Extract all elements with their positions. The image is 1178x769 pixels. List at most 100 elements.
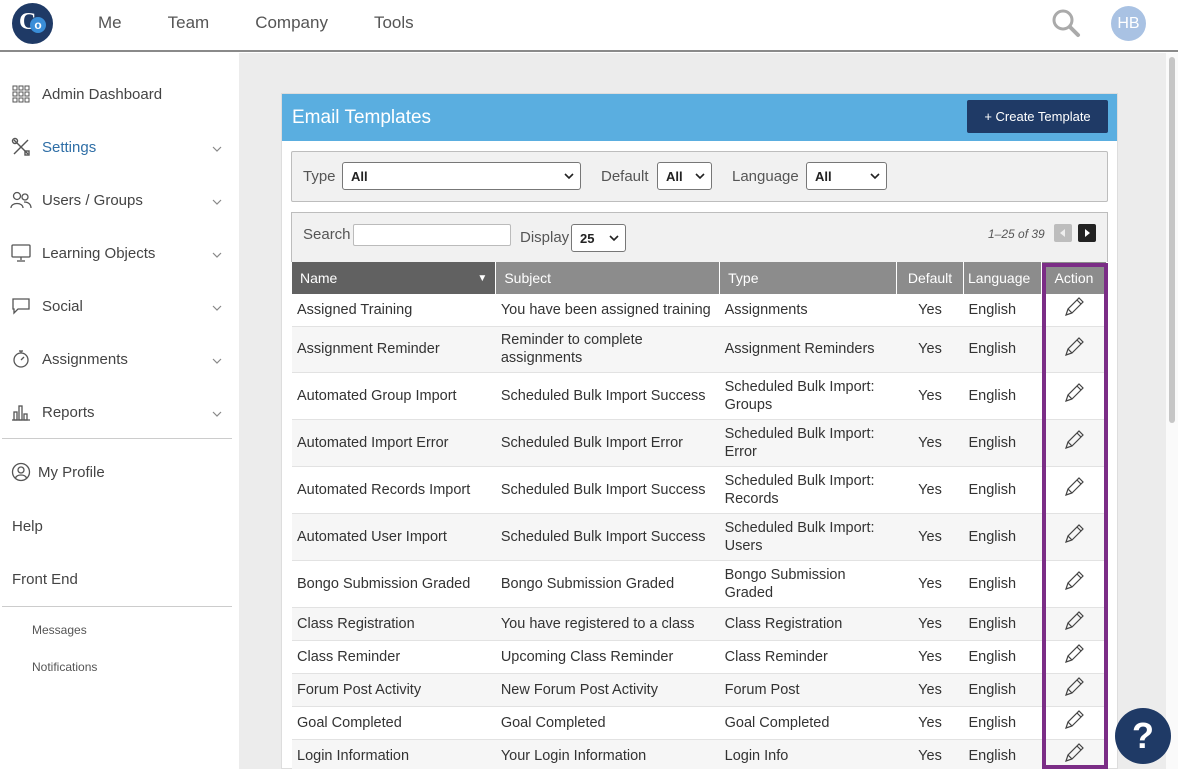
column-header-default[interactable]: Default [896,262,964,294]
sidebar-item-reports[interactable]: Reports [10,397,232,427]
sidebar-item-assignments[interactable]: Assignments [10,344,232,374]
table-row: Automated Group Import Scheduled Bulk Imp… [292,372,1107,420]
cell-type: Forum Post [719,673,897,707]
nav-me[interactable]: Me [98,13,122,33]
column-header-language[interactable]: Language [963,262,1042,294]
users-icon [10,189,32,211]
sidebar-item-social[interactable]: Social [10,291,232,321]
edit-pencil-icon[interactable] [1060,380,1088,406]
cell-type: Login Info [719,739,897,769]
column-header-type[interactable]: Type [719,262,898,294]
next-page-button[interactable] [1078,224,1096,242]
cell-default: Yes [896,560,964,608]
edit-pencil-icon[interactable] [1060,334,1088,360]
type-filter-label: Type [303,168,336,185]
cell-default: Yes [896,607,964,641]
type-filter-select[interactable]: All [342,162,581,190]
display-count-select[interactable]: 25 [571,224,626,252]
edit-pencil-icon[interactable] [1060,674,1088,700]
search-input[interactable] [353,224,511,246]
nav-team[interactable]: Team [168,13,210,33]
table-row: Automated Records Import Scheduled Bulk I… [292,466,1107,514]
chevron-down-icon [609,231,619,248]
cell-action [1041,466,1107,514]
edit-pencil-icon[interactable] [1060,740,1088,766]
cell-type: Class Reminder [719,640,897,674]
create-template-button[interactable]: + Create Template [967,100,1108,133]
sidebar-item-help[interactable]: Help [12,518,43,535]
display-count-value: 25 [580,231,595,246]
page-title: Email Templates [292,107,432,128]
cell-type: Goal Completed [719,706,897,740]
display-label: Display [520,229,570,246]
cell-subject: Scheduled Bulk Import Success [495,372,720,420]
tools-icon [10,136,32,158]
edit-pencil-icon[interactable] [1060,521,1088,547]
sidebar-item-front-end[interactable]: Front End [12,571,78,588]
company-logo[interactable]: C o [12,3,53,44]
nav-company[interactable]: Company [255,13,328,33]
sidebar-item-notifications[interactable]: Notifications [32,660,97,674]
table-row: Automated Import Error Scheduled Bulk Imp… [292,419,1107,467]
cell-default: Yes [896,706,964,740]
cell-action [1041,673,1107,707]
cell-subject: Scheduled Bulk Import Error [495,419,720,467]
edit-pencil-icon[interactable] [1060,641,1088,667]
sidebar-item-users-groups[interactable]: Users / Groups [10,185,232,215]
help-button[interactable]: ? [1115,708,1171,764]
sidebar-item-messages[interactable]: Messages [32,623,87,637]
table-row: Class Reminder Upcoming Class Reminder Cla… [292,640,1107,674]
sidebar-item-settings[interactable]: Settings [10,132,232,162]
default-filter-label: Default [601,168,649,185]
cell-type: Assignment Reminders [719,326,897,373]
sidebar-item-label: Users / Groups [42,191,143,209]
sidebar-item-label: Admin Dashboard [42,85,163,103]
monitor-icon [10,242,32,264]
sidebar-item-admin-dashboard[interactable]: Admin Dashboard [10,79,232,109]
column-header-name[interactable]: Name ▼ [292,262,497,294]
cell-subject: Bongo Submission Graded [495,560,720,608]
cell-default: Yes [896,640,964,674]
cell-name: Assignment Reminder [292,326,496,373]
user-avatar[interactable]: HB [1111,6,1146,41]
cell-type: Scheduled Bulk Import: Error [719,419,897,467]
stopwatch-icon [10,348,32,370]
cell-action [1041,560,1107,608]
table-row: Assigned Training You have been assigned … [292,294,1107,327]
cell-default: Yes [896,294,964,327]
profile-icon [10,461,32,483]
grid-icon [10,83,32,105]
scrollbar-thumb[interactable] [1169,57,1175,423]
cell-name: Automated Import Error [292,419,496,467]
cell-name: Class Registration [292,607,496,641]
column-header-subject[interactable]: Subject [495,262,721,294]
sort-down-icon: ▼ [477,273,488,284]
pager-range: 1–25 of 39 [988,227,1045,241]
sidebar-item-my-profile[interactable]: My Profile [10,457,232,487]
edit-pencil-icon[interactable] [1060,608,1088,634]
search-icon[interactable] [1051,8,1081,38]
sidebar-item-label: Reports [42,403,95,421]
cell-language: English [963,466,1042,514]
sidebar-item-learning-objects[interactable]: Learning Objects [10,238,232,268]
caret-left-icon [1060,229,1065,237]
page-scrollbar[interactable] [1166,53,1178,769]
default-filter-select[interactable]: All [657,162,712,190]
edit-pencil-icon[interactable] [1060,568,1088,594]
prev-page-button[interactable] [1054,224,1072,242]
nav-tools[interactable]: Tools [374,13,414,33]
column-header-label: Name [300,270,338,286]
cell-type: Scheduled Bulk Import: Records [719,466,897,514]
sidebar-divider [2,606,232,607]
chevron-down-icon [695,169,705,186]
cell-language: English [963,607,1042,641]
language-filter-select[interactable]: All [806,162,887,190]
edit-pencil-icon[interactable] [1060,294,1088,320]
edit-pencil-icon[interactable] [1060,474,1088,500]
edit-pencil-icon[interactable] [1060,427,1088,453]
cell-name: Bongo Submission Graded [292,560,496,608]
edit-pencil-icon[interactable] [1060,707,1088,733]
cell-action [1041,640,1107,674]
cell-name: Assigned Training [292,294,496,327]
cell-language: English [963,419,1042,467]
